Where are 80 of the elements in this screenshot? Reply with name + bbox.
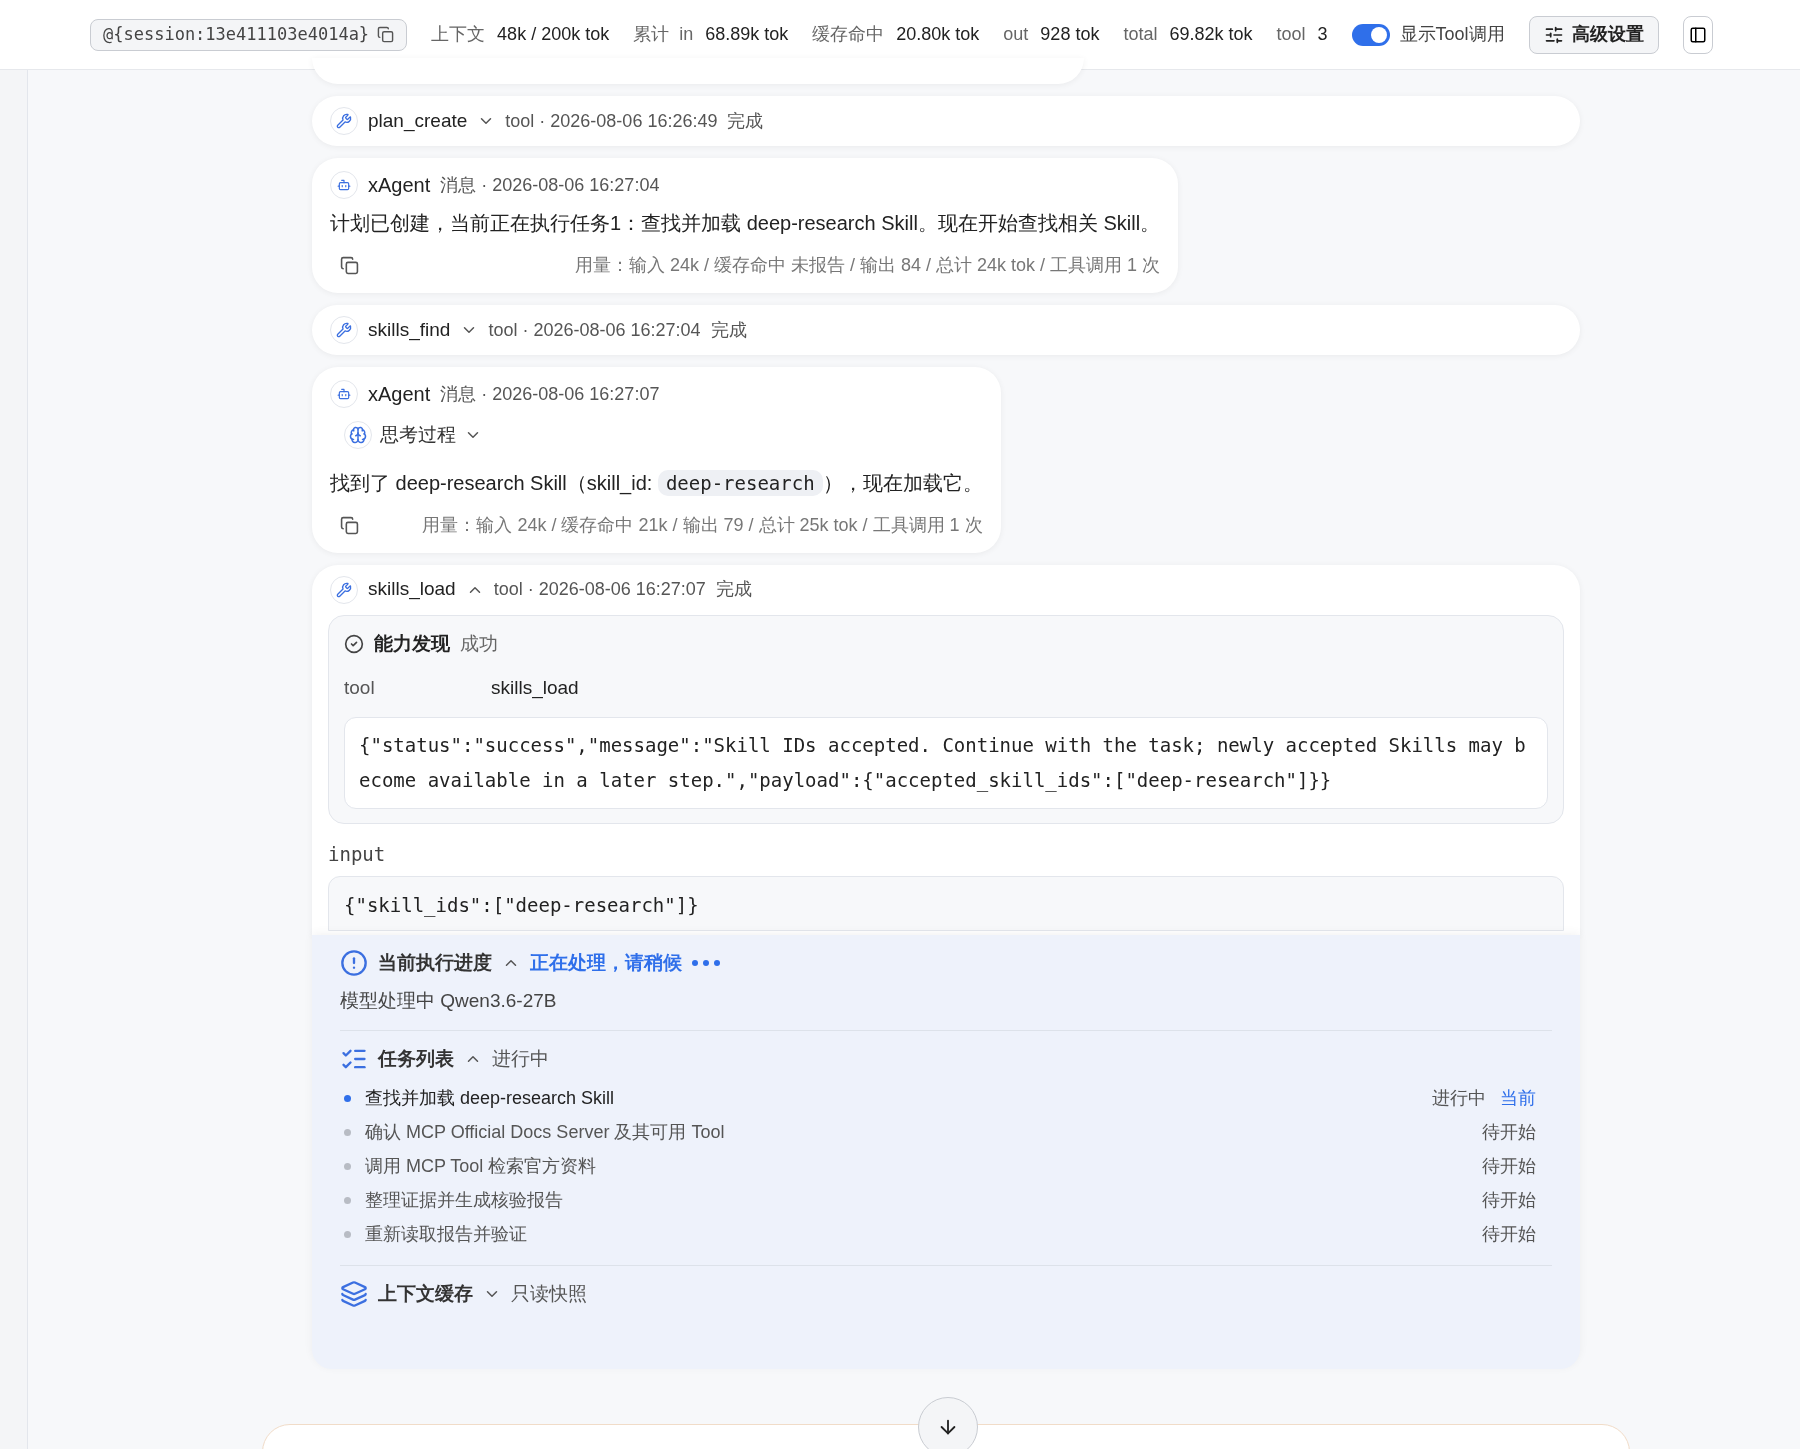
- stat-label: 上下文: [431, 23, 486, 46]
- sender-name: xAgent: [368, 173, 431, 198]
- message-meta: 消息 · 2026-08-06 16:27:04: [440, 173, 660, 197]
- cache-title: 上下文缓存: [378, 1282, 473, 1306]
- bullet-icon: [344, 1128, 351, 1136]
- task-text: 查找并加载 deep-research Skill: [365, 1086, 616, 1110]
- message-text: 找到了 deep-research Skill（skill_id: deep-research ），现在加载它。: [330, 468, 983, 498]
- layers-icon: [340, 1280, 368, 1309]
- tasks-status: 进行中: [492, 1046, 549, 1071]
- toggle-label: 显示Tool调用: [1399, 23, 1505, 46]
- copy-icon[interactable]: [340, 515, 359, 535]
- progress-title: 当前执行进度: [378, 950, 492, 975]
- progress-status: 正在处理，请稍候: [530, 950, 682, 975]
- panel-icon[interactable]: [1682, 15, 1713, 54]
- message-text: 计划已创建，当前正在执行任务1：查找并加载 deep-research Skill。现在开始查找相关 Skill。: [330, 211, 1161, 236]
- task-status: 待开始: [1482, 1154, 1536, 1178]
- usage-text: 用量：输入 24k / 缓存命中 21k / 输出 79 / 总计 25k tok / 工具调用 1 次: [422, 513, 983, 537]
- stat-label: 累计 in: [633, 23, 694, 46]
- tool-meta: tool · 2026-08-06 16:26:49: [505, 109, 718, 133]
- stat-value: 68.89k tok: [705, 23, 789, 46]
- copy-icon[interactable]: [377, 26, 395, 43]
- sender-name: xAgent: [368, 382, 431, 407]
- task-text: 重新读取报告并验证: [365, 1222, 528, 1246]
- stat-value: 48k / 200k tok: [497, 23, 610, 46]
- check-circle-icon: [344, 633, 364, 654]
- field-value: skills_load: [491, 676, 579, 701]
- tool-meta: tool · 2026-08-06 16:27:04: [488, 318, 701, 342]
- tool-status: 完成: [727, 109, 764, 133]
- stat-value: 69.82k tok: [1169, 23, 1253, 46]
- task-text: 确认 MCP Official Docs Server 及其可用 Tool: [365, 1120, 726, 1144]
- tool-status: 完成: [715, 578, 752, 601]
- stat-label: total: [1123, 23, 1158, 46]
- task-row[interactable]: 整理证据并生成核验报告 待开始: [340, 1183, 1552, 1217]
- task-status: 待开始: [1482, 1120, 1536, 1144]
- stat-value: 20.80k tok: [896, 23, 980, 46]
- tool-call-card[interactable]: skills_find tool · 2026-08-06 16:27:04 完成: [312, 305, 1580, 355]
- usage-text: 用量：输入 24k / 缓存命中 未报告 / 输出 84 / 总计 24k tok / 工具调用 1 次: [575, 254, 1161, 277]
- session-chip[interactable]: @{session:13e411103e4014a}: [90, 18, 408, 51]
- toggle-switch[interactable]: [1351, 23, 1390, 46]
- loading-dots-icon: [692, 959, 720, 966]
- task-row[interactable]: 确认 MCP Official Docs Server 及其可用 Tool 待开始: [340, 1115, 1552, 1149]
- task-text: 整理证据并生成核验报告: [365, 1188, 564, 1212]
- tool-status: 完成: [710, 318, 747, 342]
- thinking-toggle[interactable]: 思考过程: [344, 421, 482, 450]
- result-title: 能力发现: [374, 631, 450, 656]
- alert-circle-icon: [340, 948, 368, 977]
- sliders-icon: [1543, 24, 1564, 45]
- input-code-block: {"skill_ids":["deep-research"]}: [328, 876, 1564, 931]
- task-text: 调用 MCP Tool 检索官方资料: [365, 1154, 598, 1178]
- stat-value: 928 tok: [1040, 23, 1100, 46]
- task-row[interactable]: 重新读取报告并验证 待开始: [340, 1217, 1552, 1251]
- task-row[interactable]: 调用 MCP Tool 检索官方资料 待开始: [340, 1149, 1552, 1183]
- input-label: input: [328, 841, 387, 867]
- stat-label: out: [1003, 23, 1029, 46]
- bullet-icon: [344, 1094, 351, 1102]
- tool-meta: tool · 2026-08-06 16:27:07: [493, 578, 706, 601]
- task-status: 待开始: [1482, 1222, 1536, 1246]
- stat-value: 3: [1317, 23, 1328, 46]
- tool-name: skills_find: [368, 317, 451, 343]
- task-row[interactable]: 查找并加载 deep-research Skill 进行中 当前: [340, 1081, 1552, 1115]
- model-status: 模型处理中 Qwen3.6-27B: [340, 989, 558, 1013]
- advanced-settings-button[interactable]: 高级设置: [1528, 15, 1659, 54]
- bullet-icon: [344, 1162, 351, 1170]
- stat-label: tool: [1276, 23, 1306, 46]
- tool-name: skills_load: [368, 577, 456, 602]
- output-code-block: {"status":"success","message":"Skill IDs accepted. Continue with the task; newly accepted Skills may become available in a later step.","payload":{"accepted_skill_ids":["deep-research"]}}: [344, 716, 1548, 809]
- field-label: tool: [344, 676, 376, 700]
- current-label: 当前: [1500, 1086, 1536, 1110]
- cache-note: 只读快照: [511, 1282, 587, 1306]
- tasks-title: 任务列表: [378, 1046, 454, 1071]
- bullet-icon: [344, 1230, 351, 1238]
- message-meta: 消息 · 2026-08-06 16:27:07: [440, 382, 660, 406]
- copy-icon[interactable]: [340, 256, 359, 275]
- stat-label: 缓存命中: [812, 23, 885, 46]
- bullet-icon: [344, 1196, 351, 1204]
- tool-name: plan_create: [368, 108, 468, 134]
- tool-call-card[interactable]: plan_create tool · 2026-08-06 16:26:49 完成: [312, 96, 1580, 146]
- task-status: 进行中: [1432, 1086, 1486, 1110]
- task-status: 待开始: [1482, 1188, 1536, 1212]
- result-status: 成功: [460, 631, 498, 656]
